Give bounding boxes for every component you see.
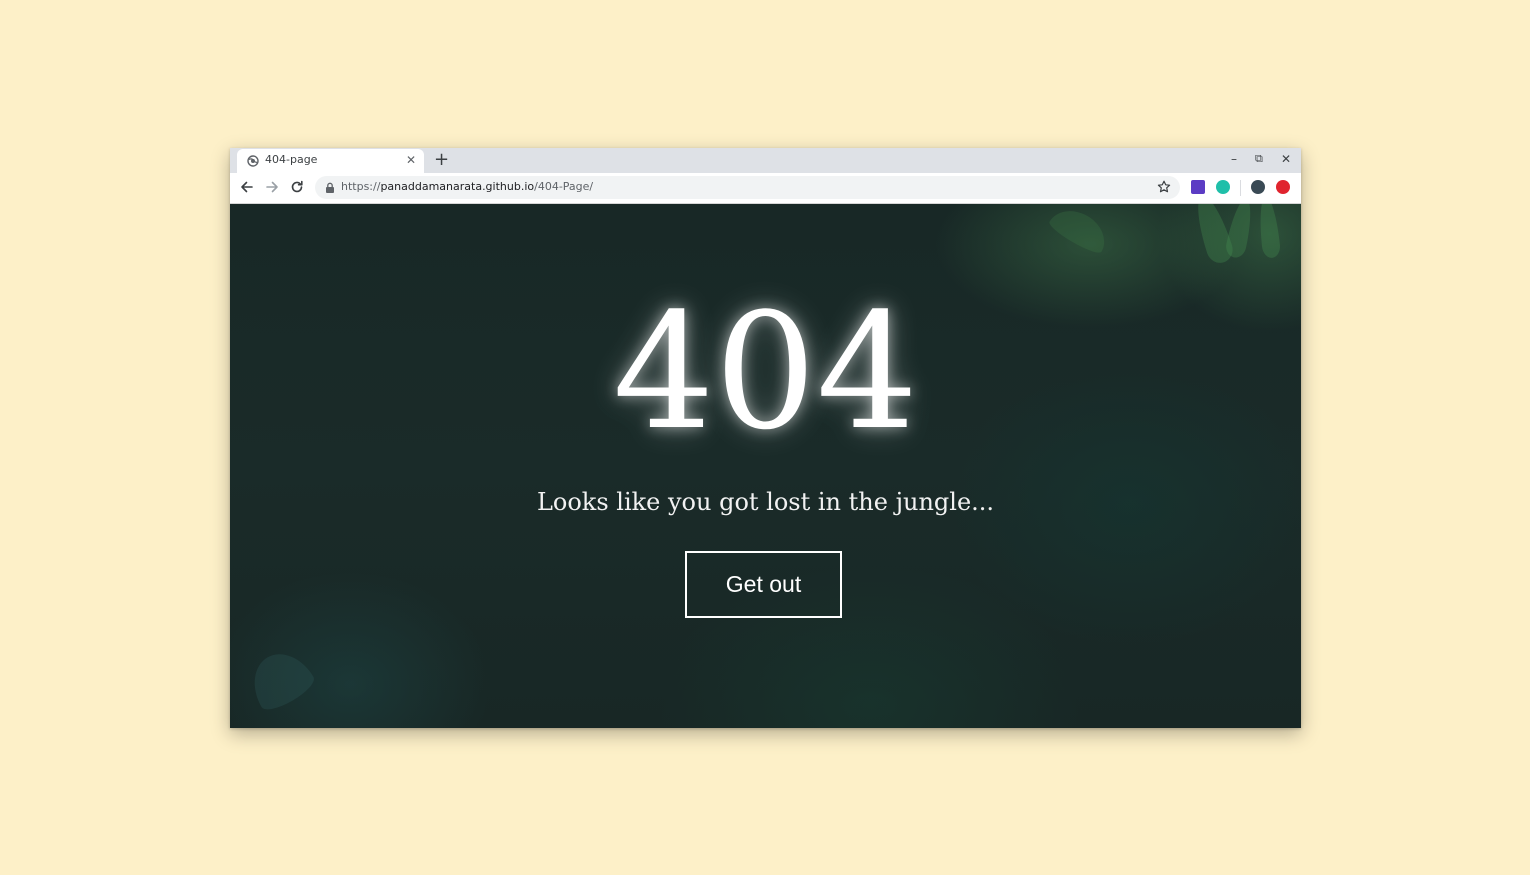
error-content: 404 Looks like you got lost in the jungl…: [230, 204, 1301, 728]
back-arrow-icon[interactable]: [239, 179, 255, 195]
tab-title: 404-page: [265, 153, 318, 166]
globe-icon: [247, 155, 259, 167]
minimize-button[interactable]: –: [1231, 152, 1237, 166]
browser-toolbar: https://panaddamanarata.github.io/404-Pa…: [230, 173, 1301, 204]
error-code-heading: 404: [612, 278, 919, 465]
restore-button[interactable]: ⧉: [1255, 152, 1263, 166]
tab-close-icon[interactable]: ✕: [406, 153, 416, 167]
extension-red-icon[interactable]: [1276, 180, 1290, 194]
address-bar[interactable]: https://panaddamanarata.github.io/404-Pa…: [315, 176, 1180, 199]
tab-404-page[interactable]: 404-page ✕: [237, 149, 424, 173]
error-subtitle: Looks like you got lost in the jungle...: [536, 488, 995, 516]
new-tab-button[interactable]: +: [434, 150, 449, 170]
close-window-button[interactable]: ✕: [1281, 152, 1291, 166]
get-out-button[interactable]: Get out: [685, 551, 842, 618]
page-viewport: 404 Looks like you got lost in the jungl…: [230, 204, 1301, 728]
forward-arrow-icon[interactable]: [264, 179, 280, 195]
url-text: https://panaddamanarata.github.io/404-Pa…: [341, 180, 593, 193]
tab-strip: 404-page ✕ + – ⧉ ✕: [230, 148, 1301, 173]
profile-avatar[interactable]: [1251, 180, 1265, 194]
reload-icon[interactable]: [289, 179, 305, 195]
url-path: /404-Page/: [534, 180, 594, 193]
extension-teal-icon[interactable]: [1216, 180, 1230, 194]
url-host: panaddamanarata.github.io: [380, 180, 535, 193]
bookmark-star-icon[interactable]: [1156, 179, 1172, 195]
toolbar-divider: [1240, 180, 1241, 196]
url-scheme: https://: [341, 180, 381, 193]
browser-window: 404-page ✕ + – ⧉ ✕ https://panaddamanara…: [230, 148, 1301, 728]
extension-purple-icon[interactable]: [1191, 180, 1205, 194]
lock-icon: [326, 182, 334, 193]
